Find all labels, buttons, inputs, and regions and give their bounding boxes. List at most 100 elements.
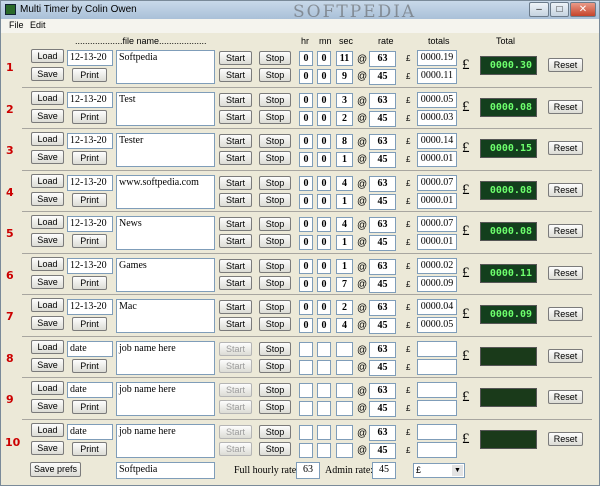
print-button[interactable]: Print: [72, 68, 107, 82]
date-field[interactable]: 12-13-20: [67, 299, 113, 315]
minimize-button[interactable]: –: [529, 2, 549, 17]
stop-button[interactable]: Stop: [259, 300, 291, 314]
start-button[interactable]: Start: [219, 341, 252, 356]
rate-field[interactable]: 63: [369, 383, 396, 399]
stop-button[interactable]: Stop: [259, 358, 291, 373]
rate-field[interactable]: 45: [369, 152, 396, 168]
rate-field[interactable]: 45: [369, 276, 396, 293]
save-button[interactable]: Save: [31, 440, 64, 455]
load-button[interactable]: Load: [31, 49, 64, 63]
company-name-field[interactable]: Softpedia: [116, 462, 215, 479]
file-name-field[interactable]: Mac: [116, 299, 215, 333]
rate-field[interactable]: 45: [369, 193, 396, 210]
rate-field[interactable]: 63: [369, 51, 396, 67]
reset-button[interactable]: Reset: [548, 99, 583, 114]
save-button[interactable]: Save: [31, 316, 64, 330]
print-button[interactable]: Print: [72, 109, 107, 124]
rate-field[interactable]: 45: [369, 442, 396, 459]
maximize-button[interactable]: □: [550, 2, 569, 17]
start-button[interactable]: Start: [219, 358, 252, 373]
file-name-field[interactable]: job name here: [116, 382, 215, 416]
print-button[interactable]: Print: [72, 358, 107, 373]
reset-button[interactable]: Reset: [548, 224, 583, 238]
reset-button[interactable]: Reset: [548, 182, 583, 197]
menu-file[interactable]: File: [9, 20, 24, 30]
file-name-field[interactable]: News: [116, 216, 215, 250]
print-button[interactable]: Print: [72, 441, 107, 456]
start-button[interactable]: Start: [219, 51, 252, 65]
save-prefs-button[interactable]: Save prefs: [30, 462, 81, 477]
date-field[interactable]: 12-13-20: [67, 174, 113, 191]
stop-button[interactable]: Stop: [259, 234, 291, 248]
stop-button[interactable]: Stop: [259, 109, 291, 124]
print-button[interactable]: Print: [72, 400, 107, 414]
date-field[interactable]: 12-13-20: [67, 216, 113, 232]
rate-field[interactable]: 63: [369, 258, 396, 275]
start-button[interactable]: Start: [219, 234, 252, 248]
start-button[interactable]: Start: [219, 275, 252, 290]
save-button[interactable]: Save: [31, 150, 64, 164]
stop-button[interactable]: Stop: [259, 192, 291, 207]
stop-button[interactable]: Stop: [259, 341, 291, 356]
stop-button[interactable]: Stop: [259, 441, 291, 456]
reset-button[interactable]: Reset: [548, 265, 583, 280]
stop-button[interactable]: Stop: [259, 92, 291, 107]
file-name-field[interactable]: Softpedia: [116, 50, 215, 84]
rate-field[interactable]: 45: [369, 69, 396, 85]
date-field[interactable]: 12-13-20: [67, 91, 113, 108]
rate-field[interactable]: 45: [369, 401, 396, 417]
start-button[interactable]: Start: [219, 217, 252, 231]
rate-field[interactable]: 63: [369, 424, 396, 441]
start-button[interactable]: Start: [219, 92, 252, 107]
date-field[interactable]: 12-13-20: [67, 133, 113, 149]
save-button[interactable]: Save: [31, 399, 64, 413]
date-field[interactable]: 12-13-20: [67, 257, 113, 274]
rate-field[interactable]: 45: [369, 110, 396, 127]
title-bar[interactable]: Multi Timer by Colin Owen SOFTPEDIA – □ …: [1, 1, 599, 22]
stop-button[interactable]: Stop: [259, 424, 291, 439]
rate-field[interactable]: 63: [369, 175, 396, 192]
reset-button[interactable]: Reset: [548, 141, 583, 155]
file-name-field[interactable]: www.softpedia.com: [116, 174, 215, 209]
full-rate-field[interactable]: 63: [296, 462, 320, 479]
reset-button[interactable]: Reset: [548, 390, 583, 404]
file-name-field[interactable]: Tester: [116, 133, 215, 167]
rate-field[interactable]: 63: [369, 341, 396, 358]
stop-button[interactable]: Stop: [259, 317, 291, 331]
start-button[interactable]: Start: [219, 68, 252, 82]
stop-button[interactable]: Stop: [259, 258, 291, 273]
start-button[interactable]: Start: [219, 192, 252, 207]
print-button[interactable]: Print: [72, 317, 107, 331]
start-button[interactable]: Start: [219, 300, 252, 314]
save-button[interactable]: Save: [31, 108, 64, 123]
start-button[interactable]: Start: [219, 151, 252, 165]
reset-button[interactable]: Reset: [548, 431, 583, 446]
save-button[interactable]: Save: [31, 274, 64, 289]
stop-button[interactable]: Stop: [259, 175, 291, 190]
stop-button[interactable]: Stop: [259, 275, 291, 290]
save-button[interactable]: Save: [31, 357, 64, 372]
start-button[interactable]: Start: [219, 317, 252, 331]
reset-button[interactable]: Reset: [548, 307, 583, 321]
load-button[interactable]: Load: [31, 173, 64, 188]
start-button[interactable]: Start: [219, 441, 252, 456]
stop-button[interactable]: Stop: [259, 217, 291, 231]
start-button[interactable]: Start: [219, 109, 252, 124]
load-button[interactable]: Load: [31, 132, 64, 146]
reset-button[interactable]: Reset: [548, 58, 583, 72]
print-button[interactable]: Print: [72, 151, 107, 165]
date-field[interactable]: 12-13-20: [67, 50, 113, 66]
date-field[interactable]: date: [67, 423, 113, 440]
rate-field[interactable]: 63: [369, 134, 396, 150]
save-button[interactable]: Save: [31, 67, 64, 81]
rate-field[interactable]: 63: [369, 217, 396, 233]
admin-rate-field[interactable]: 45: [372, 462, 396, 479]
print-button[interactable]: Print: [72, 275, 107, 290]
reset-button[interactable]: Reset: [548, 348, 583, 363]
currency-select[interactable]: £ ▼: [413, 463, 465, 478]
load-button[interactable]: Load: [31, 215, 64, 229]
stop-button[interactable]: Stop: [259, 51, 291, 65]
rate-field[interactable]: 63: [369, 92, 396, 109]
start-button[interactable]: Start: [219, 383, 252, 397]
date-field[interactable]: date: [67, 382, 113, 398]
